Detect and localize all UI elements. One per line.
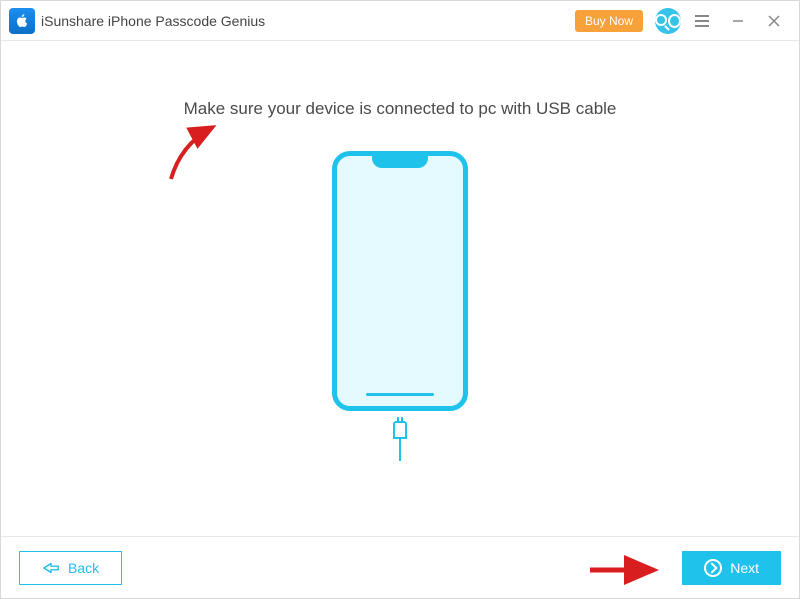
phone-icon xyxy=(332,151,468,411)
search-icon[interactable] xyxy=(655,8,681,34)
menu-button[interactable] xyxy=(687,6,717,36)
app-title: iSunshare iPhone Passcode Genius xyxy=(41,13,265,29)
next-label: Next xyxy=(730,560,759,576)
close-button[interactable] xyxy=(759,6,789,36)
titlebar: iSunshare iPhone Passcode Genius Buy Now xyxy=(1,1,799,41)
annotation-arrow-icon xyxy=(586,557,666,588)
back-arrow-icon xyxy=(42,561,60,575)
back-button[interactable]: Back xyxy=(19,551,122,585)
footer: Back Next xyxy=(1,536,799,598)
device-illustration xyxy=(332,151,468,461)
back-label: Back xyxy=(68,560,99,576)
app-logo-icon xyxy=(9,8,35,34)
buy-now-button[interactable]: Buy Now xyxy=(575,10,643,32)
app-window: iSunshare iPhone Passcode Genius Buy Now… xyxy=(0,0,800,599)
minimize-button[interactable] xyxy=(723,6,753,36)
next-arrow-icon xyxy=(704,559,722,577)
next-button[interactable]: Next xyxy=(682,551,781,585)
usb-cable-icon xyxy=(393,421,407,461)
annotation-arrow-icon xyxy=(161,119,231,194)
instruction-text: Make sure your device is connected to pc… xyxy=(184,99,617,119)
main-content: Make sure your device is connected to pc… xyxy=(1,41,799,536)
